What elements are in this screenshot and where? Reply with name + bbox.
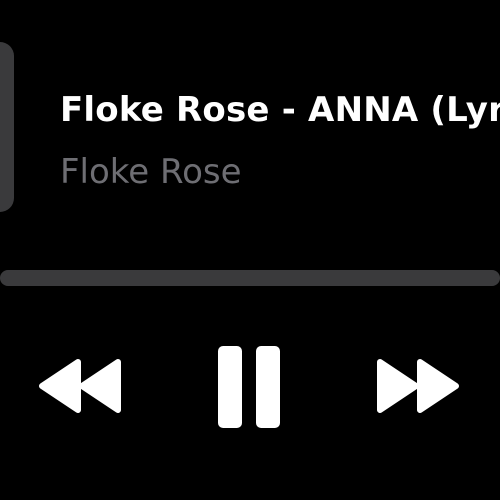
song-title: Floke Rose - ANNA (Lyrics): [60, 90, 500, 130]
fast-forward-button[interactable]: [374, 358, 464, 414]
artist-name[interactable]: Floke Rose: [60, 150, 500, 194]
rewind-button[interactable]: [34, 358, 124, 414]
progress-scrubber[interactable]: [0, 270, 500, 286]
pause-icon: [214, 344, 284, 430]
album-artwork[interactable]: [0, 42, 14, 212]
pause-button[interactable]: [214, 344, 284, 430]
fast-forward-icon: [374, 358, 464, 414]
now-playing-screen: Floke Rose - ANNA (Lyrics) Floke Rose: [0, 0, 500, 500]
rewind-icon: [34, 358, 124, 414]
